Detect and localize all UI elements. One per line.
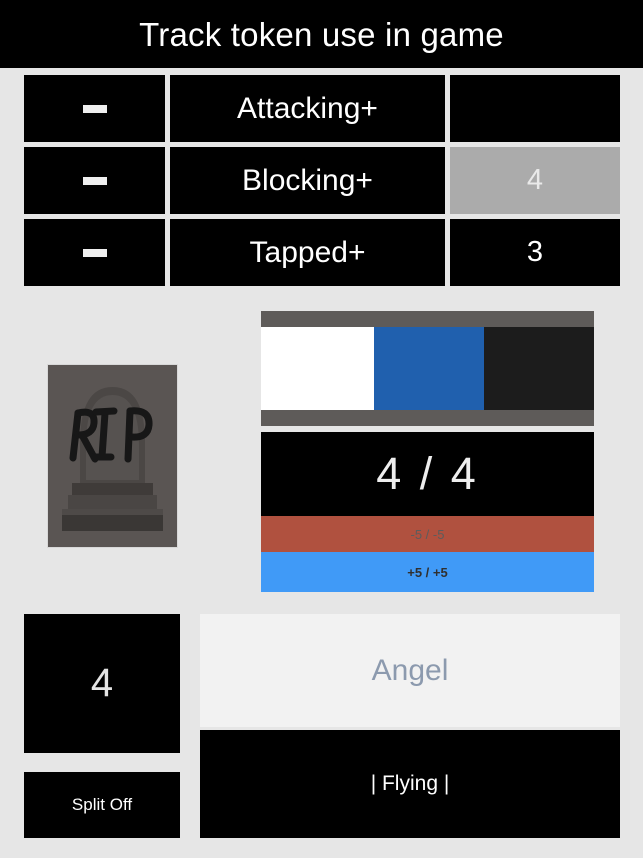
mana-color-bar[interactable]	[261, 311, 594, 426]
page-title: Track token use in game	[139, 15, 504, 53]
value-attacking[interactable]	[450, 75, 620, 142]
black-mana-segment[interactable]	[484, 327, 594, 410]
increment-blocking-button[interactable]: Blocking+	[170, 147, 445, 214]
value-blocking[interactable]: 4	[450, 147, 620, 214]
increment-power-toughness-button[interactable]: +5 / +5	[261, 552, 594, 592]
row-label-blocking: Blocking+	[242, 163, 373, 197]
minus-icon	[82, 176, 107, 185]
power-toughness-display[interactable]: 4 / 4	[261, 432, 594, 516]
white-mana-segment[interactable]	[261, 327, 375, 410]
decrement-tapped-button[interactable]	[24, 219, 165, 286]
table-row: Blocking+ 4	[24, 147, 620, 214]
creature-panel: 4 / 4 -5 / -5 +5 / +5	[261, 311, 594, 592]
increment-attacking-button[interactable]: Attacking+	[170, 75, 445, 142]
row-label-tapped: Tapped+	[249, 235, 366, 269]
decrement-power-toughness-label: -5 / -5	[410, 526, 445, 542]
token-name-placeholder: Angel	[371, 653, 449, 687]
increment-power-toughness-label: +5 / +5	[407, 564, 448, 580]
row-label-attacking: Attacking+	[237, 91, 378, 125]
status-table: Attacking+ Blocking+ 4 Tapped+ 3	[24, 75, 620, 286]
app-title-bar: Track token use in game	[0, 0, 643, 68]
tombstone-rip-icon[interactable]	[47, 364, 178, 548]
abilities-display[interactable]: | Flying |	[200, 730, 620, 838]
increment-tapped-button[interactable]: Tapped+	[170, 219, 445, 286]
blue-mana-segment[interactable]	[374, 327, 485, 410]
value-tapped[interactable]: 3	[450, 219, 620, 286]
value-blocking-text: 4	[526, 164, 544, 196]
tombstone-graphic	[48, 365, 177, 547]
split-off-button[interactable]: Split Off	[24, 772, 180, 838]
minus-icon	[82, 248, 107, 257]
token-count-display[interactable]: 4	[24, 614, 180, 753]
power-toughness-value: 4 / 4	[376, 448, 479, 499]
decrement-power-toughness-button[interactable]: -5 / -5	[261, 516, 594, 552]
decrement-blocking-button[interactable]	[24, 147, 165, 214]
token-count-value: 4	[90, 661, 114, 705]
table-row: Tapped+ 3	[24, 219, 620, 286]
split-off-label: Split Off	[71, 795, 133, 814]
table-row: Attacking+	[24, 75, 620, 142]
token-name-field[interactable]: Angel	[200, 614, 620, 727]
abilities-text: | Flying |	[370, 772, 450, 795]
value-tapped-text: 3	[526, 236, 544, 268]
decrement-attacking-button[interactable]	[24, 75, 165, 142]
minus-icon	[82, 104, 107, 113]
